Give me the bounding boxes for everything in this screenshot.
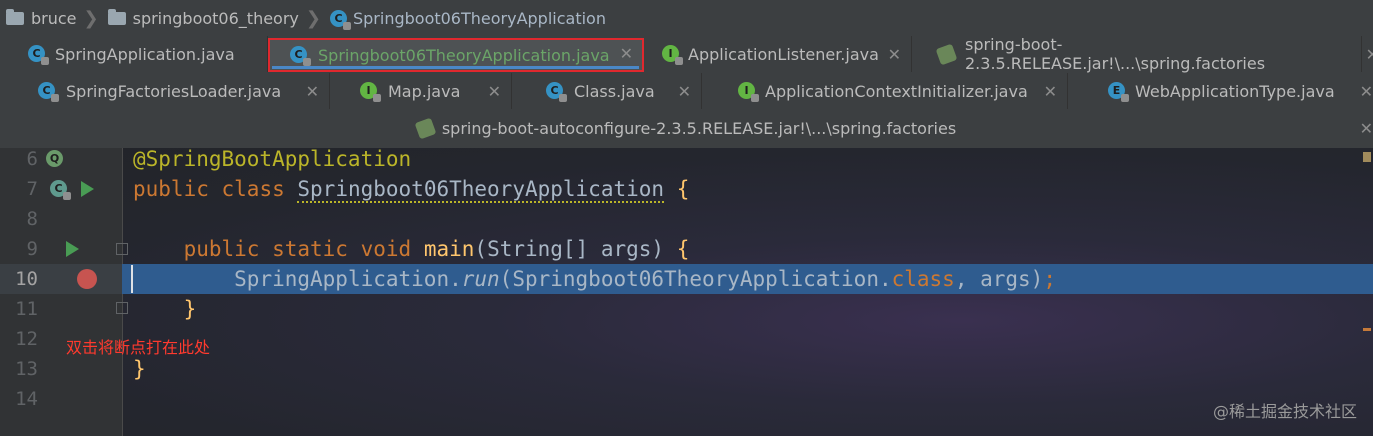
run-icon[interactable]	[81, 181, 94, 197]
close-icon[interactable]: ✕	[1360, 82, 1373, 101]
breadcrumb: bruce ❯ springboot06_theory ❯ C Springbo…	[0, 0, 1373, 36]
line-number: 6	[26, 148, 38, 170]
tab-springfactoriesloader[interactable]: C SpringFactoriesLoader.java ✕	[0, 73, 330, 109]
code-line-8: 8	[0, 204, 1373, 234]
tab-label: SpringApplication.java	[55, 44, 235, 64]
tab-webapplicationtype[interactable]: E WebApplicationType.java ✕	[1068, 73, 1373, 109]
line-number: 9	[26, 238, 38, 260]
spring-boot-class-icon[interactable]: C	[50, 180, 71, 200]
code-line-7: 7 C public class Springboot06TheoryAppli…	[0, 174, 1373, 204]
breadcrumb-label: springboot06_theory	[132, 8, 299, 28]
close-icon[interactable]: ✕	[488, 82, 501, 101]
code-line-11: 11 }	[0, 294, 1373, 324]
close-icon[interactable]: ✕	[1360, 119, 1373, 138]
close-icon[interactable]: ✕	[620, 44, 633, 63]
tab-label: Class.java	[574, 81, 655, 101]
scrollbar-marker[interactable]	[1363, 328, 1371, 331]
tab-spring-boot-factories[interactable]: spring-boot-2.3.5.RELEASE.jar!\...\sprin…	[912, 35, 1362, 73]
line-number: 10	[15, 268, 38, 290]
class-icon: C	[546, 82, 567, 102]
close-icon[interactable]: ✕	[888, 45, 901, 64]
line-number: 7	[26, 178, 38, 200]
spring-config-icon	[414, 117, 437, 139]
breadcrumb-item-class[interactable]: C Springboot06TheoryApplication	[324, 0, 610, 36]
code-line-10: 10 SpringApplication.run(Springboot06The…	[0, 264, 1373, 294]
code-line-6: 6 Q @SpringBootApplication	[0, 148, 1373, 174]
folder-icon	[107, 8, 126, 25]
line-number: 13	[15, 358, 38, 380]
code-line-13: 13 }	[0, 354, 1373, 384]
tab-applicationlistener[interactable]: I ApplicationListener.java ✕	[644, 36, 912, 72]
tab-label: ApplicationContextInitializer.java	[765, 81, 1028, 101]
breadcrumb-separator: ❯	[83, 7, 99, 29]
breadcrumb-item-module[interactable]: springboot06_theory	[102, 0, 303, 36]
spring-config-icon	[935, 43, 958, 66]
fold-icon[interactable]	[116, 243, 128, 255]
spring-bean-icon: Q	[46, 150, 63, 167]
code-text: @SpringBootApplication	[133, 148, 412, 171]
line-number: 14	[15, 388, 38, 410]
run-icon[interactable]	[66, 241, 79, 257]
tab-class[interactable]: C Class.java ✕	[512, 73, 702, 109]
tab-autoconfigure-factories[interactable]: spring-boot-autoconfigure-2.3.5.RELEASE.…	[0, 110, 1373, 146]
code-text: SpringApplication.run(Springboot06Theory…	[234, 267, 1056, 291]
close-icon[interactable]: ✕	[678, 82, 691, 101]
class-icon: C	[38, 82, 59, 102]
code-line-14: 14	[0, 384, 1373, 414]
spring-boot-class-icon: C	[329, 9, 351, 30]
close-icon[interactable]: ✕	[306, 82, 319, 101]
tab-label: Springboot06TheoryApplication.java	[318, 45, 610, 65]
tab-applicationcontextinitializer[interactable]: I ApplicationContextInitializer.java ✕	[702, 73, 1068, 109]
code-text: public class Springboot06TheoryApplicati…	[133, 177, 690, 203]
close-icon[interactable]: ✕	[1044, 82, 1057, 101]
annotation-note: 双击将断点打在此处	[66, 338, 211, 357]
tab-label: SpringFactoriesLoader.java	[66, 81, 282, 101]
tab-label: WebApplicationType.java	[1135, 81, 1335, 101]
tab-springboot06theoryapplication[interactable]: C Springboot06TheoryApplication.java ✕	[268, 38, 644, 72]
code-text: }	[133, 357, 146, 381]
breadcrumb-item-project[interactable]: bruce	[0, 0, 81, 36]
editor-tabs-row-3: spring-boot-autoconfigure-2.3.5.RELEASE.…	[0, 110, 1373, 149]
tab-label: ApplicationListener.java	[688, 44, 879, 64]
line-number: 11	[15, 298, 38, 320]
spring-boot-class-icon: C	[290, 46, 311, 66]
tab-label: spring-boot-2.3.5.RELEASE.jar!\...\sprin…	[965, 35, 1266, 73]
interface-icon: I	[738, 82, 759, 102]
tab-row1-overflow[interactable]: ✕	[1362, 36, 1373, 72]
fold-icon[interactable]	[116, 302, 128, 314]
enum-icon: E	[1108, 82, 1129, 102]
code-line-9: 9 public static void main(String[] args)…	[0, 234, 1373, 264]
interface-icon: I	[360, 82, 381, 102]
scrollbar-marker[interactable]	[1363, 152, 1371, 162]
code-text: public static void main(String[] args) {	[183, 237, 690, 261]
folder-icon	[6, 8, 24, 25]
editor-tabs-row-2: C SpringFactoriesLoader.java ✕ I Map.jav…	[0, 73, 1373, 111]
breakpoint-icon[interactable]	[77, 269, 97, 289]
class-icon: C	[28, 45, 49, 65]
watermark: @稀土掘金技术社区	[1212, 402, 1357, 421]
code-text: }	[183, 297, 197, 321]
close-icon[interactable]: ✕	[1366, 45, 1373, 64]
line-number: 12	[15, 328, 38, 350]
tab-label: Map.java	[388, 81, 461, 101]
interface-icon: I	[662, 45, 683, 65]
editor-tabs-row-1: C SpringApplication.java C Springboot06T…	[0, 35, 1373, 74]
tab-label: spring-boot-autoconfigure-2.3.5.RELEASE.…	[441, 118, 957, 138]
code-editor[interactable]: 6 Q @SpringBootApplication 7 C public cl…	[0, 148, 1373, 436]
tab-map[interactable]: I Map.java ✕	[330, 73, 512, 109]
breadcrumb-separator: ❯	[305, 7, 321, 29]
breadcrumb-label: Springboot06TheoryApplication	[352, 8, 606, 28]
line-number: 8	[26, 208, 38, 230]
breadcrumb-label: bruce	[31, 8, 77, 28]
tab-springapplication[interactable]: C SpringApplication.java	[0, 36, 268, 72]
